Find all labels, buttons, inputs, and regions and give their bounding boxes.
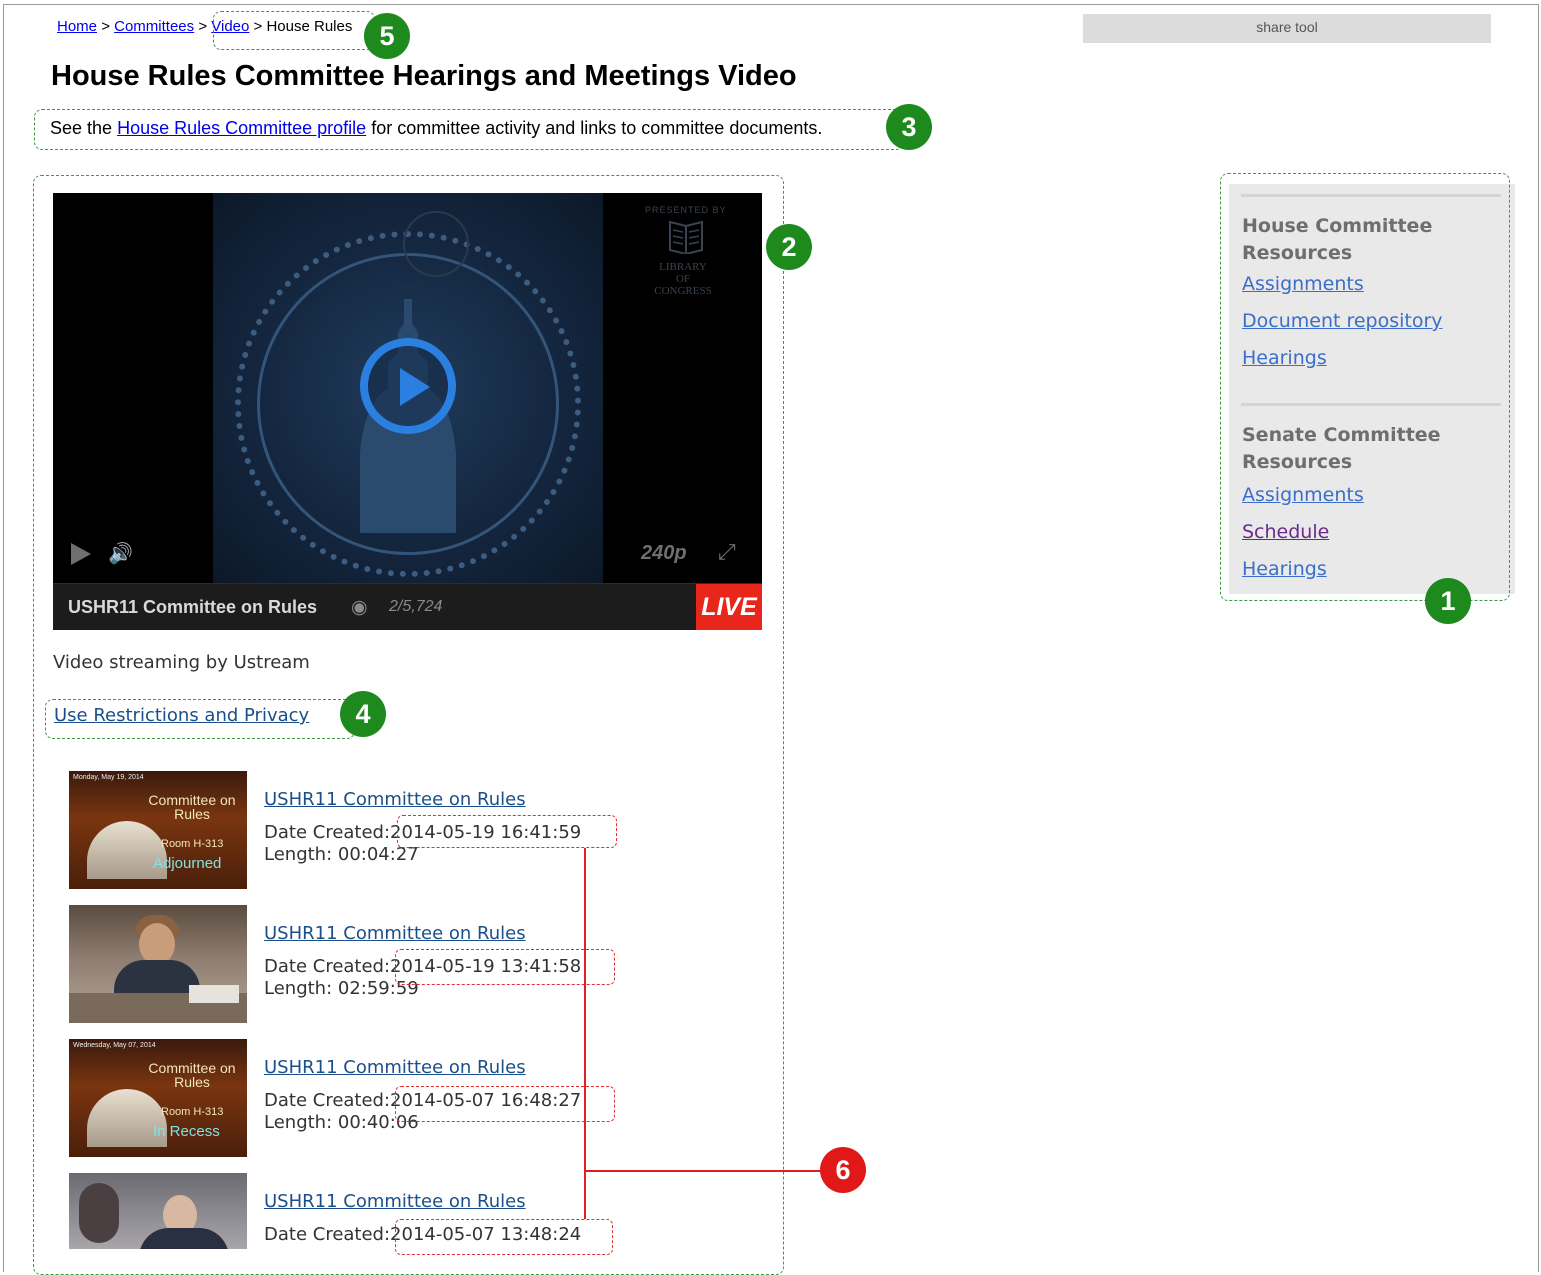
- annotation-connector-vertical: [584, 848, 586, 1219]
- live-badge: LIVE: [696, 584, 762, 630]
- video-title-container: USHR11 Committee on Rules: [264, 789, 526, 810]
- length-label: Length:: [264, 978, 333, 999]
- quality-selector[interactable]: 240p: [641, 542, 687, 565]
- big-play-button[interactable]: [360, 338, 456, 434]
- video-title-container: USHR11 Committee on Rules: [264, 1057, 526, 1078]
- video-length-line: Length: 00:04:27: [264, 844, 419, 865]
- thumbnail-date: Wednesday, May 07, 2014: [73, 1042, 156, 1049]
- annotation-box-date: [395, 1219, 613, 1255]
- volume-icon[interactable]: 🔊: [108, 541, 133, 566]
- video-thumbnail[interactable]: Wednesday, May 07, 2014 Committee on Rul…: [69, 1039, 247, 1157]
- thumbnail-status: Adjourned: [153, 855, 222, 872]
- video-title-link[interactable]: USHR11 Committee on Rules: [264, 923, 526, 944]
- fullscreen-icon[interactable]: ⤢: [718, 539, 736, 565]
- video-thumbnail[interactable]: [69, 905, 247, 1023]
- annotation-box-date: [395, 949, 615, 985]
- breadcrumb-committees-link[interactable]: Committees: [114, 18, 194, 35]
- breadcrumb-separator: >: [101, 18, 110, 35]
- house-seal-icon: [403, 211, 469, 277]
- thumbnail-status: In Recess: [153, 1123, 220, 1140]
- thumbnail-room: Room H-313: [161, 1106, 224, 1118]
- annotation-box-date: [397, 815, 617, 848]
- control-play-icon[interactable]: [71, 543, 91, 565]
- library-book-icon: [669, 220, 703, 254]
- thumbnail-date: Monday, May 19, 2014: [73, 774, 144, 781]
- video-player[interactable]: PRESENTED BY LIBRARY OF CONGRESS 🔊 240p …: [53, 193, 762, 630]
- annotation-badge-3: 3: [886, 104, 932, 150]
- annotation-badge-6: 6: [820, 1147, 866, 1193]
- viewer-count: 2/5,724: [389, 598, 443, 615]
- annotation-box-breadcrumb: [213, 11, 375, 50]
- player-info-bar: USHR11 Committee on Rules ◉ 2/5,724 LIVE: [53, 583, 762, 630]
- date-label: Date Created:: [264, 1224, 391, 1245]
- annotation-badge-4: 4: [340, 691, 386, 737]
- date-label: Date Created:: [264, 822, 391, 843]
- length-label: Length:: [264, 1112, 333, 1133]
- streaming-note: Video streaming by Ustream: [53, 652, 310, 673]
- breadcrumb-home-link[interactable]: Home: [57, 18, 97, 35]
- length-label: Length:: [264, 844, 333, 865]
- video-title-container: USHR11 Committee on Rules: [264, 923, 526, 944]
- date-label: Date Created:: [264, 1090, 391, 1111]
- video-title-link[interactable]: USHR11 Committee on Rules: [264, 1057, 526, 1078]
- annotation-box-restrictions: [45, 699, 355, 739]
- annotation-badge-2: 2: [766, 224, 812, 270]
- video-title-container: USHR11 Committee on Rules: [264, 1191, 526, 1212]
- annotation-box-date: [395, 1086, 615, 1122]
- video-title-link[interactable]: USHR11 Committee on Rules: [264, 1191, 526, 1212]
- annotation-box-sidebar: [1220, 173, 1510, 601]
- speaker-body: [139, 1228, 229, 1249]
- thumbnail-title: Committee on Rules: [148, 792, 236, 822]
- annotation-connector-horizontal: [584, 1170, 822, 1172]
- video-thumbnail[interactable]: Monday, May 19, 2014 Committee on Rules …: [69, 771, 247, 889]
- papers: [189, 985, 239, 1003]
- share-tool-button[interactable]: share tool: [1083, 14, 1491, 43]
- thumbnail-title: Committee on Rules: [148, 1060, 236, 1090]
- presented-by-label: PRESENTED BY: [645, 205, 727, 215]
- video-title-link[interactable]: USHR11 Committee on Rules: [264, 789, 526, 810]
- channel-name: USHR11 Committee on Rules: [68, 597, 318, 617]
- annotation-box-intro: [34, 109, 904, 150]
- thumbnail-room: Room H-313: [161, 838, 224, 850]
- speaker-head: [139, 923, 175, 965]
- play-icon: [400, 368, 430, 406]
- annotation-badge-1: 1: [1425, 578, 1471, 624]
- eye-icon: ◉: [351, 597, 368, 618]
- annotation-badge-5: 5: [364, 13, 410, 59]
- library-name: LIBRARY OF CONGRESS: [654, 261, 712, 297]
- breadcrumb-separator: >: [198, 18, 208, 35]
- page-title: House Rules Committee Hearings and Meeti…: [51, 60, 797, 92]
- date-label: Date Created:: [264, 956, 391, 977]
- video-thumbnail[interactable]: [69, 1173, 247, 1249]
- attendee: [79, 1183, 119, 1243]
